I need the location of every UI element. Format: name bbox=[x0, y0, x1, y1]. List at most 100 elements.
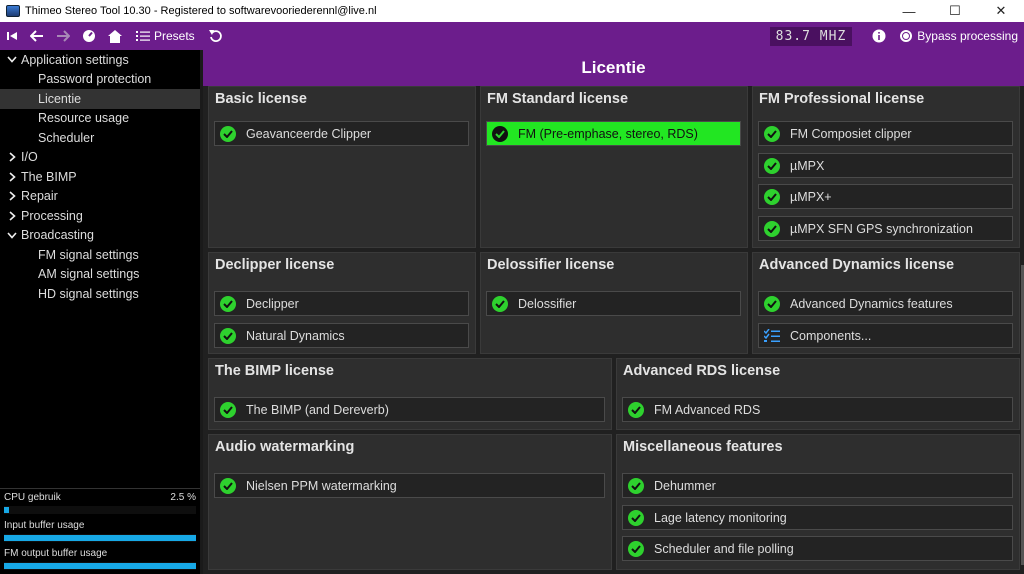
check-icon bbox=[628, 401, 644, 418]
bypass-processing-toggle[interactable]: Bypass processing bbox=[892, 29, 1024, 43]
panel-title: Advanced Dynamics license bbox=[759, 257, 955, 273]
feature-label: FM Composiet clipper bbox=[790, 126, 912, 141]
feature-item[interactable]: µMPX SFN GPS synchronization bbox=[758, 216, 1013, 241]
chevron-down-icon[interactable] bbox=[5, 56, 19, 63]
check-icon bbox=[220, 477, 236, 494]
feature-label: Components... bbox=[790, 328, 872, 343]
dashboard-gauge-icon[interactable] bbox=[76, 22, 102, 50]
check-icon bbox=[220, 327, 236, 344]
sidebar-item-hd-signal-settings[interactable]: HD signal settings bbox=[0, 284, 200, 304]
presets-list-icon bbox=[136, 31, 150, 41]
panel-title: Miscellaneous features bbox=[623, 439, 783, 455]
sidebar-item-i-o[interactable]: I/O bbox=[0, 148, 200, 168]
feature-label: Nielsen PPM watermarking bbox=[246, 478, 397, 493]
resource-stats: CPU gebruik 2.5 % Input buffer usage FM … bbox=[0, 488, 200, 574]
frequency-display: 83.7 MHZ bbox=[769, 26, 853, 46]
sidebar-item-label: Password protection bbox=[38, 72, 152, 87]
info-icon[interactable] bbox=[866, 22, 892, 50]
forward-arrow-icon[interactable] bbox=[50, 22, 76, 50]
sidebar-item-label: FM signal settings bbox=[38, 247, 139, 262]
sidebar-item-label: Licentie bbox=[38, 91, 82, 106]
feature-item[interactable]: Natural Dynamics bbox=[214, 323, 469, 348]
sidebar-item-label: I/O bbox=[21, 150, 38, 165]
undo-icon[interactable] bbox=[203, 22, 229, 50]
input-buffer-label: Input buffer usage bbox=[4, 520, 85, 531]
feature-label: Dehummer bbox=[654, 478, 716, 493]
sidebar-item-password-protection[interactable]: Password protection bbox=[0, 70, 200, 90]
feature-label: Natural Dynamics bbox=[246, 328, 345, 343]
feature-item[interactable]: FM Advanced RDS bbox=[622, 397, 1013, 422]
sidebar-item-label: HD signal settings bbox=[38, 286, 139, 301]
sidebar-item-label: Resource usage bbox=[38, 111, 130, 126]
feature-item[interactable]: µMPX+ bbox=[758, 184, 1013, 209]
chevron-right-icon[interactable] bbox=[5, 172, 19, 182]
check-icon bbox=[764, 125, 780, 142]
chevron-right-icon[interactable] bbox=[5, 152, 19, 162]
input-buffer-meter bbox=[4, 534, 196, 542]
check-icon bbox=[492, 125, 508, 142]
check-icon bbox=[764, 157, 780, 174]
app-window: Thimeo Stereo Tool 10.30 - Registered to… bbox=[0, 0, 1024, 574]
components-button[interactable]: Components... bbox=[758, 323, 1013, 348]
feature-item[interactable]: FM Composiet clipper bbox=[758, 121, 1013, 146]
sidebar-item-broadcasting[interactable]: Broadcasting bbox=[0, 226, 200, 246]
panel-basic-license: Basic license Geavanceerde Clipper bbox=[208, 86, 476, 248]
home-icon[interactable] bbox=[102, 22, 128, 50]
back-arrow-icon[interactable] bbox=[24, 22, 50, 50]
presets-button[interactable]: Presets bbox=[128, 29, 203, 43]
check-icon bbox=[628, 509, 644, 526]
check-icon bbox=[764, 295, 780, 312]
feature-label: Advanced Dynamics features bbox=[790, 296, 953, 311]
close-button[interactable]: ✕ bbox=[978, 0, 1024, 22]
sidebar-item-the-bimp[interactable]: The BIMP bbox=[0, 167, 200, 187]
bypass-label: Bypass processing bbox=[917, 29, 1018, 43]
chevron-right-icon[interactable] bbox=[5, 211, 19, 221]
feature-item[interactable]: µMPX bbox=[758, 153, 1013, 178]
panel-miscellaneous-features: Miscellaneous features Dehummer Lage lat… bbox=[616, 434, 1020, 570]
sidebar-item-resource-usage[interactable]: Resource usage bbox=[0, 109, 200, 129]
feature-label: Delossifier bbox=[518, 296, 577, 311]
feature-item[interactable]: The BIMP (and Dereverb) bbox=[214, 397, 605, 422]
check-icon bbox=[628, 477, 644, 494]
feature-item[interactable]: Advanced Dynamics features bbox=[758, 291, 1013, 316]
feature-label: µMPX+ bbox=[790, 189, 832, 204]
window-title: Thimeo Stereo Tool 10.30 - Registered to… bbox=[25, 5, 377, 17]
chevron-down-icon[interactable] bbox=[5, 232, 19, 239]
skip-to-start-icon[interactable] bbox=[0, 22, 24, 50]
presets-label: Presets bbox=[154, 29, 195, 43]
output-buffer-label: FM output buffer usage bbox=[4, 548, 108, 559]
output-buffer-fill bbox=[4, 563, 196, 569]
panel-fm-standard-license: FM Standard license FM (Pre-emphase, ste… bbox=[480, 86, 748, 248]
panel-audio-watermarking: Audio watermarking Nielsen PPM watermark… bbox=[208, 434, 612, 570]
sidebar-item-licentie[interactable]: Licentie bbox=[0, 89, 200, 109]
panel-title: FM Professional license bbox=[759, 91, 925, 107]
feature-label: The BIMP (and Dereverb) bbox=[246, 402, 389, 417]
feature-item[interactable]: Nielsen PPM watermarking bbox=[214, 473, 605, 498]
feature-item[interactable]: Dehummer bbox=[622, 473, 1013, 498]
sidebar-item-label: Application settings bbox=[21, 52, 129, 67]
sidebar-item-scheduler[interactable]: Scheduler bbox=[0, 128, 200, 148]
feature-item[interactable]: Delossifier bbox=[486, 291, 741, 316]
panel-title: Declipper license bbox=[215, 257, 335, 273]
feature-item[interactable]: Geavanceerde Clipper bbox=[214, 121, 469, 146]
check-icon bbox=[764, 220, 780, 237]
settings-tree: Application settings Password protection L… bbox=[0, 50, 200, 304]
sidebar-item-am-signal-settings[interactable]: AM signal settings bbox=[0, 265, 200, 285]
maximize-button[interactable]: ☐ bbox=[932, 0, 978, 22]
page-title: Licentie bbox=[203, 50, 1024, 86]
toolbar: Presets 83.7 MHZ Bypass processing bbox=[0, 22, 1024, 50]
sidebar-item-repair[interactable]: Repair bbox=[0, 187, 200, 207]
sidebar-item-label: Processing bbox=[21, 208, 83, 223]
feature-item[interactable]: Lage latency monitoring bbox=[622, 505, 1013, 530]
feature-item[interactable]: Declipper bbox=[214, 291, 469, 316]
sidebar-item-label: AM signal settings bbox=[38, 267, 140, 282]
sidebar-item-fm-signal-settings[interactable]: FM signal settings bbox=[0, 245, 200, 265]
chevron-right-icon[interactable] bbox=[5, 191, 19, 201]
sidebar-item-application-settings[interactable]: Application settings bbox=[0, 50, 200, 70]
panel-title: Delossifier license bbox=[487, 257, 615, 273]
feature-item[interactable]: FM (Pre-emphase, stereo, RDS) bbox=[486, 121, 741, 146]
feature-item[interactable]: Scheduler and file polling bbox=[622, 536, 1013, 561]
sidebar-item-processing[interactable]: Processing bbox=[0, 206, 200, 226]
check-icon bbox=[220, 401, 236, 418]
minimize-button[interactable]: — bbox=[886, 0, 932, 22]
